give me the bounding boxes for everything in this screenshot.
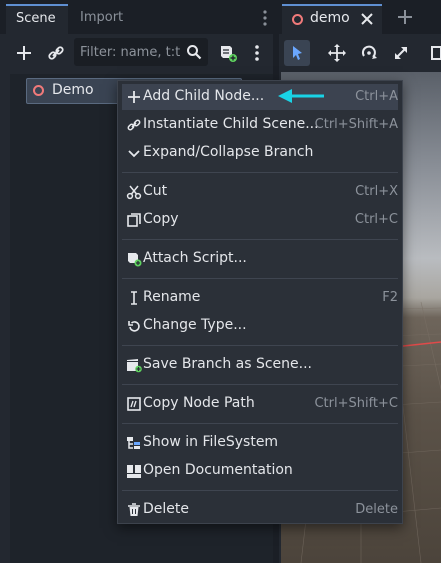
menu-item-label: Open Documentation	[143, 462, 293, 478]
clapperboard-add-icon	[127, 359, 142, 373]
list-icon	[431, 46, 441, 60]
add-node-button[interactable]	[11, 40, 37, 66]
scale-tool-button[interactable]	[388, 40, 414, 66]
menu-instantiate-child-scene[interactable]: Instantiate Child Scene... Ctrl+Shift+A	[122, 112, 398, 138]
tab-demo-label: demo	[310, 10, 350, 26]
menu-attach-script[interactable]: Attach Script...	[122, 246, 398, 272]
menu-separator	[122, 345, 398, 346]
menu-separator	[122, 423, 398, 424]
menu-item-label: Delete	[143, 501, 189, 517]
menu-item-shortcut: F2	[382, 290, 398, 305]
context-menu: Add Child Node... Ctrl+A Instantiate Chi…	[117, 80, 403, 524]
refresh-icon	[128, 321, 140, 332]
rotate-icon	[361, 45, 377, 59]
menu-separator	[122, 239, 398, 240]
select-tool-button[interactable]	[284, 40, 310, 66]
move-icon	[328, 44, 346, 62]
menu-delete[interactable]: Delete Delete	[122, 497, 398, 523]
copy-icon	[127, 213, 141, 227]
menu-expand-collapse-branch[interactable]: Expand/Collapse Branch	[122, 140, 398, 166]
node-icon	[33, 85, 44, 96]
menu-item-label: Rename	[143, 289, 201, 305]
menu-item-label: Show in FileSystem	[143, 434, 279, 450]
trash-icon	[128, 503, 140, 516]
link-icon	[127, 119, 141, 131]
menu-item-label: Change Type...	[143, 317, 247, 333]
menu-item-label: Expand/Collapse Branch	[143, 144, 314, 160]
menu-item-label: Add Child Node...	[143, 88, 265, 104]
menu-copy[interactable]: Copy Ctrl+C	[122, 207, 398, 233]
menu-item-label: Cut	[143, 183, 168, 199]
tab-demo-scene[interactable]: demo	[282, 4, 382, 34]
kebab-menu-icon	[255, 45, 259, 61]
menu-copy-node-path[interactable]: Copy Node Path Ctrl+Shift+C	[122, 391, 398, 417]
move-tool-button[interactable]	[324, 40, 350, 66]
new-tab-button[interactable]	[394, 5, 416, 29]
list-tool-button[interactable]	[426, 40, 441, 66]
dock-menu-icon[interactable]	[258, 8, 272, 28]
attach-script-button[interactable]	[214, 40, 240, 66]
plus-icon	[17, 46, 31, 60]
filesystem-icon	[127, 437, 140, 449]
text-cursor-icon	[131, 291, 137, 305]
tab-scene[interactable]: Scene	[6, 4, 68, 34]
instantiate-scene-button[interactable]	[43, 40, 69, 66]
cursor-icon	[293, 46, 302, 60]
menu-item-label: Attach Script...	[143, 250, 247, 266]
menu-separator	[122, 172, 398, 173]
menu-change-type[interactable]: Change Type...	[122, 313, 398, 339]
menu-open-documentation[interactable]: Open Documentation	[122, 458, 398, 484]
node-label: Demo	[52, 82, 94, 98]
filter-box[interactable]	[74, 38, 208, 66]
annotation-arrow-icon	[276, 87, 326, 105]
path-copy-icon	[127, 397, 141, 411]
search-icon	[187, 45, 202, 60]
menu-item-shortcut: Ctrl+Shift+A	[314, 117, 398, 132]
tab-import[interactable]: Import	[70, 4, 134, 34]
scissors-icon	[126, 185, 142, 200]
menu-separator	[122, 490, 398, 491]
menu-item-label: Copy Node Path	[143, 395, 255, 411]
menu-item-shortcut: Ctrl+X	[355, 184, 398, 199]
menu-item-label: Copy	[143, 211, 179, 227]
chevron-down-icon	[128, 150, 140, 158]
script-add-icon	[128, 253, 142, 267]
menu-show-in-filesystem[interactable]: Show in FileSystem	[122, 430, 398, 456]
menu-item-shortcut: Ctrl+A	[355, 89, 398, 104]
documentation-icon	[127, 465, 141, 478]
menu-item-shortcut: Delete	[355, 502, 398, 517]
plus-icon	[398, 10, 412, 24]
scale-icon	[395, 47, 407, 59]
menu-save-branch-as-scene[interactable]: Save Branch as Scene...	[122, 352, 398, 378]
menu-separator	[122, 384, 398, 385]
close-icon[interactable]	[360, 8, 374, 34]
menu-separator	[122, 278, 398, 279]
menu-cut[interactable]: Cut Ctrl+X	[122, 179, 398, 205]
filter-input[interactable]	[80, 42, 180, 62]
menu-item-shortcut: Ctrl+Shift+C	[314, 396, 398, 411]
menu-add-child-node[interactable]: Add Child Node... Ctrl+A	[122, 84, 398, 110]
link-icon	[48, 46, 64, 60]
scene-node-icon	[292, 14, 303, 25]
plus-icon	[128, 91, 140, 103]
rotate-tool-button[interactable]	[356, 40, 382, 66]
menu-item-label: Save Branch as Scene...	[143, 356, 313, 372]
menu-item-shortcut: Ctrl+C	[354, 212, 398, 227]
menu-item-label: Instantiate Child Scene...	[143, 116, 319, 132]
menu-rename[interactable]: Rename F2	[122, 285, 398, 311]
script-add-icon	[221, 46, 237, 62]
more-options-button[interactable]	[244, 40, 270, 66]
